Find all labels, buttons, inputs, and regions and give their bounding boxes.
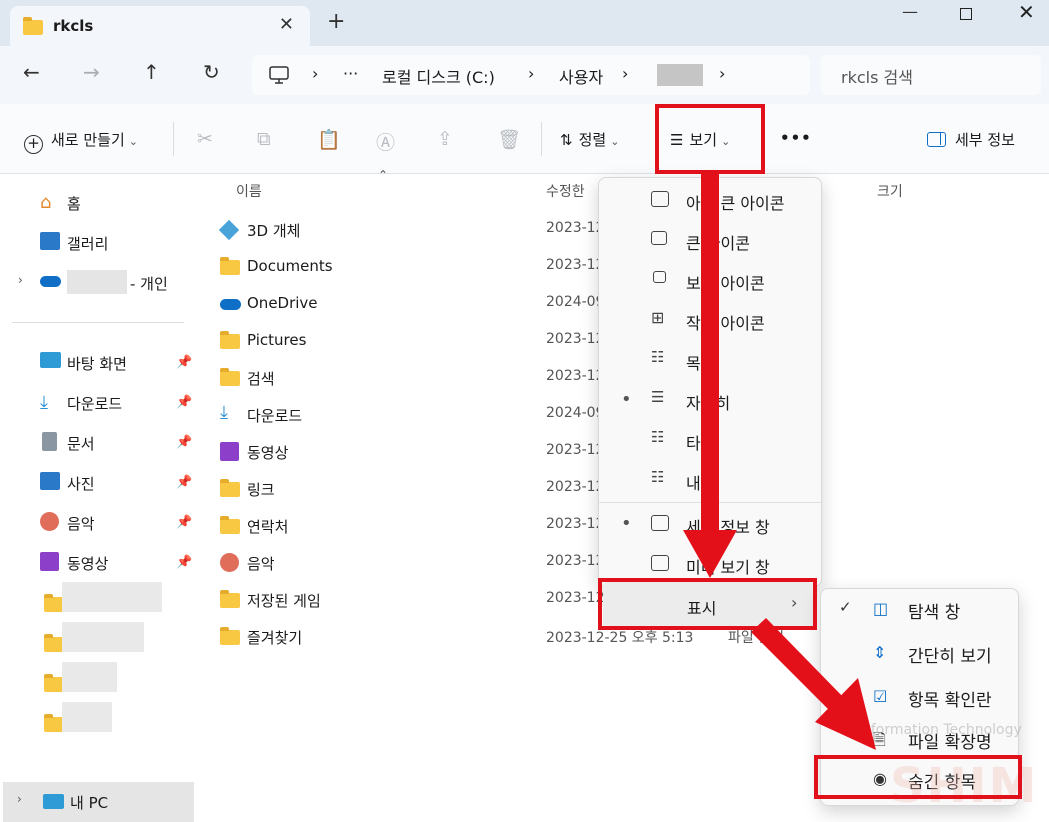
- arrow-shaft: [701, 174, 719, 534]
- arrow-shaft: [751, 618, 846, 714]
- arrow-head: [683, 530, 737, 578]
- annotation-arrows: [683, 174, 876, 750]
